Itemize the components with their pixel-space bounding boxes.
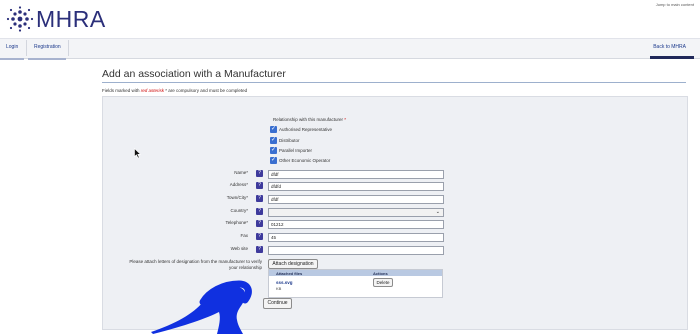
country-label: Country* <box>230 208 248 213</box>
nav-underline <box>28 58 66 60</box>
checkbox-label: Authorised Representative <box>279 127 333 132</box>
relationship-label: Relationship with this manufacturer * <box>273 117 346 122</box>
country-select[interactable]: ⌄ <box>268 208 444 217</box>
continue-button[interactable]: Continue <box>263 298 292 309</box>
town-city-label: Town/City* <box>226 195 248 200</box>
town-city-input[interactable]: dfdf <box>268 195 444 204</box>
nav-active-underline <box>650 56 694 59</box>
redaction-scribble <box>151 280 252 334</box>
nav-registration-link[interactable]: Registration <box>34 44 61 50</box>
column-header-actions: Actions <box>373 271 388 276</box>
brand-name: MHRA <box>36 6 106 32</box>
chevron-down-icon: ⌄ <box>435 209 440 215</box>
attached-files-table: Attached files Actions sss.svg KB Delete <box>268 269 443 298</box>
telephone-label: Telephone* <box>225 220 248 225</box>
help-icon[interactable]: ? <box>256 195 263 202</box>
page-title: Add an association with a Manufacturer <box>102 68 286 80</box>
checkbox-parallel-importer[interactable]: ✓ <box>270 147 277 154</box>
top-nav-bar: Login Registration Back to MHRA <box>0 38 700 59</box>
address-input[interactable]: dfdfd <box>268 182 444 191</box>
help-icon[interactable]: ? <box>256 170 263 177</box>
attached-file-size: KB <box>276 286 282 291</box>
help-icon[interactable]: ? <box>256 233 263 240</box>
checkbox-authorised-representative[interactable]: ✓ <box>270 126 277 133</box>
help-icon[interactable]: ? <box>256 220 263 227</box>
checkbox-distributor[interactable]: ✓ <box>270 137 277 144</box>
website-input[interactable] <box>268 246 444 255</box>
attachment-instructions: Please attach letters of designation fro… <box>129 259 262 270</box>
delete-file-button[interactable]: Delete <box>373 278 393 287</box>
nav-divider <box>68 40 69 56</box>
mandatory-fields-note: Fields marked with red asterisk * are co… <box>102 88 247 93</box>
name-label: Name* <box>234 170 248 175</box>
mandatory-note-prefix: Fields marked with <box>102 88 141 93</box>
name-input[interactable]: dfdf <box>268 170 444 179</box>
attached-file-name[interactable]: sss.svg <box>276 280 293 285</box>
attach-designation-button[interactable]: Attach designation <box>268 259 318 269</box>
nav-back-to-mhra-link[interactable]: Back to MHRA <box>653 44 686 50</box>
table-header: Attached files Actions <box>269 270 442 276</box>
column-header-attached-files: Attached files <box>276 271 303 276</box>
address-label: Address* <box>229 182 248 187</box>
mouse-pointer-icon <box>134 148 142 159</box>
help-icon[interactable]: ? <box>256 182 263 189</box>
fax-input[interactable]: 45 <box>268 233 444 242</box>
relationship-label-text: Relationship with this manufacturer <box>273 117 344 122</box>
skip-to-content-link[interactable]: Jump to main content <box>656 2 694 7</box>
mandatory-note-emphasis: red asterisk <box>140 88 165 93</box>
nav-login-link[interactable]: Login <box>6 44 18 50</box>
help-icon[interactable]: ? <box>256 246 263 253</box>
fax-label: Fax <box>240 233 248 238</box>
nav-underline <box>0 58 24 60</box>
mandatory-note-suffix: * are compulsory and must be completed <box>164 88 248 93</box>
help-icon[interactable]: ? <box>256 208 263 215</box>
nav-divider <box>26 40 27 56</box>
mhra-logo-icon <box>6 6 34 32</box>
checkbox-other-economic-operator[interactable]: ✓ <box>270 157 277 164</box>
website-label: Web site <box>230 246 248 251</box>
checkbox-label: Distributor <box>279 138 300 143</box>
telephone-input[interactable]: 01212 <box>268 220 444 229</box>
required-asterisk: * <box>343 117 347 122</box>
checkbox-label: Parallel Importer <box>279 148 313 153</box>
title-divider <box>102 82 686 83</box>
checkbox-label: Other Economic Operator <box>279 158 331 163</box>
